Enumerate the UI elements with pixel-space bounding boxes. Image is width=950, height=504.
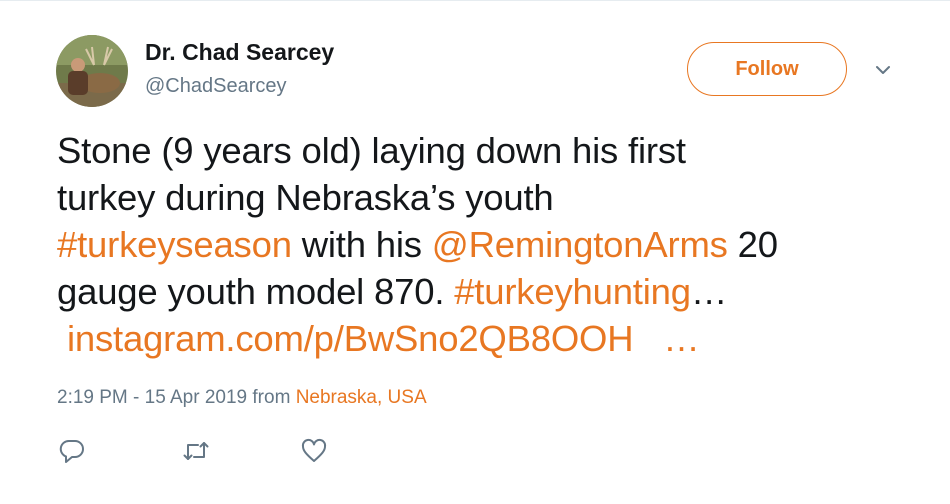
tweet-line: gauge youth model 870. #turkeyhunting…	[57, 268, 907, 315]
retweet-icon[interactable]	[182, 437, 210, 465]
reply-icon[interactable]	[58, 437, 86, 465]
tweet-text-segment: 20	[727, 224, 778, 265]
tweet-line: #turkeyseason with his @RemingtonArms 20	[57, 221, 907, 268]
tweet-line: instagram.com/p/BwSno2QB8OOH …	[57, 315, 907, 362]
url-link[interactable]: instagram.com/p/BwSno2QB8OOH	[67, 318, 634, 359]
url-ellipsis-text[interactable]: …	[663, 318, 700, 359]
location-link[interactable]: Nebraska, USA	[296, 387, 427, 408]
follow-button[interactable]: Follow	[687, 42, 847, 96]
user-handle[interactable]: @ChadSearcey	[145, 75, 286, 98]
tweet-metadata: 2:19 PM - 15 Apr 2019 from Nebraska, USA	[57, 387, 427, 409]
tweet-text-segment: gauge youth model 870.	[57, 271, 455, 312]
heart-icon[interactable]	[300, 437, 328, 465]
hashtag-link[interactable]: #turkeyhunting	[454, 271, 691, 312]
chevron-down-icon[interactable]	[872, 59, 894, 81]
hashtag-link[interactable]: #turkeyseason	[57, 224, 292, 265]
mention-link[interactable]: @RemingtonArms	[432, 224, 728, 265]
avatar[interactable]	[56, 35, 128, 107]
tweet-ellipsis: …	[690, 271, 728, 312]
tweet-text: Stone (9 years old) laying down his firs…	[57, 127, 907, 362]
tweet-line: Stone (9 years old) laying down his firs…	[57, 130, 686, 171]
tweet-actions	[0, 437, 950, 467]
tweet-card: Dr. Chad Searcey @ChadSearcey Follow Sto…	[0, 0, 950, 504]
avatar-image	[56, 35, 128, 107]
tweet-line: turkey during Nebraska’s youth	[57, 177, 554, 218]
user-display-name[interactable]: Dr. Chad Searcey	[145, 39, 334, 66]
from-label: from	[247, 387, 296, 408]
tweet-text-segment: with his	[291, 224, 432, 265]
url-ellipsis[interactable]: …	[633, 318, 700, 359]
tweet-timestamp[interactable]: 2:19 PM - 15 Apr 2019	[57, 387, 247, 408]
